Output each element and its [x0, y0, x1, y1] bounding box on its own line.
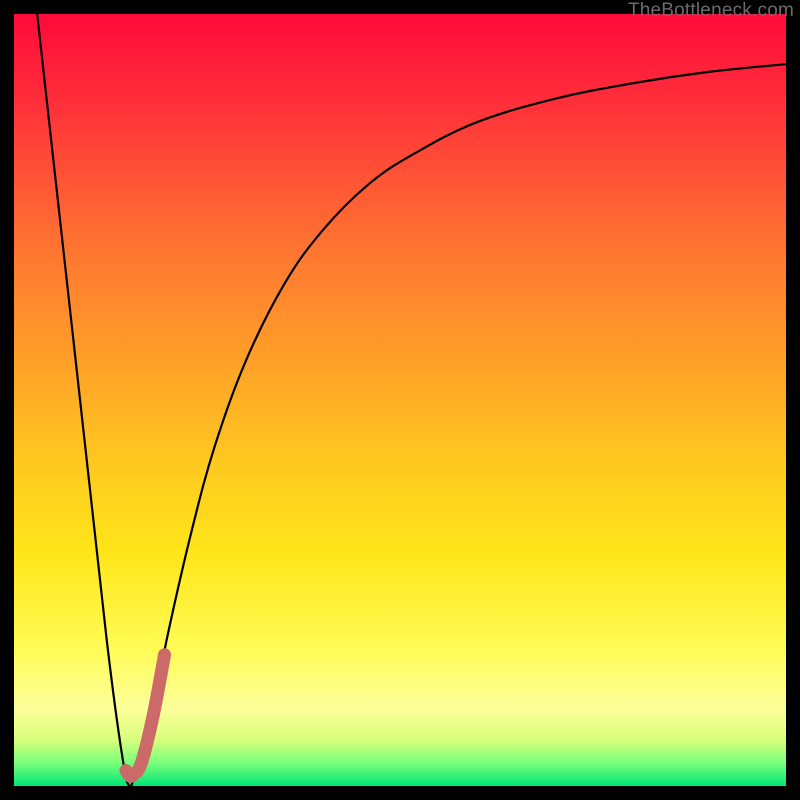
chart-svg [14, 14, 786, 786]
plot-area [14, 14, 786, 786]
chart-frame: TheBottleneck.com [0, 0, 800, 800]
bottleneck-curve [37, 14, 786, 786]
highlight-segment [126, 655, 165, 777]
watermark-text: TheBottleneck.com [628, 0, 794, 22]
